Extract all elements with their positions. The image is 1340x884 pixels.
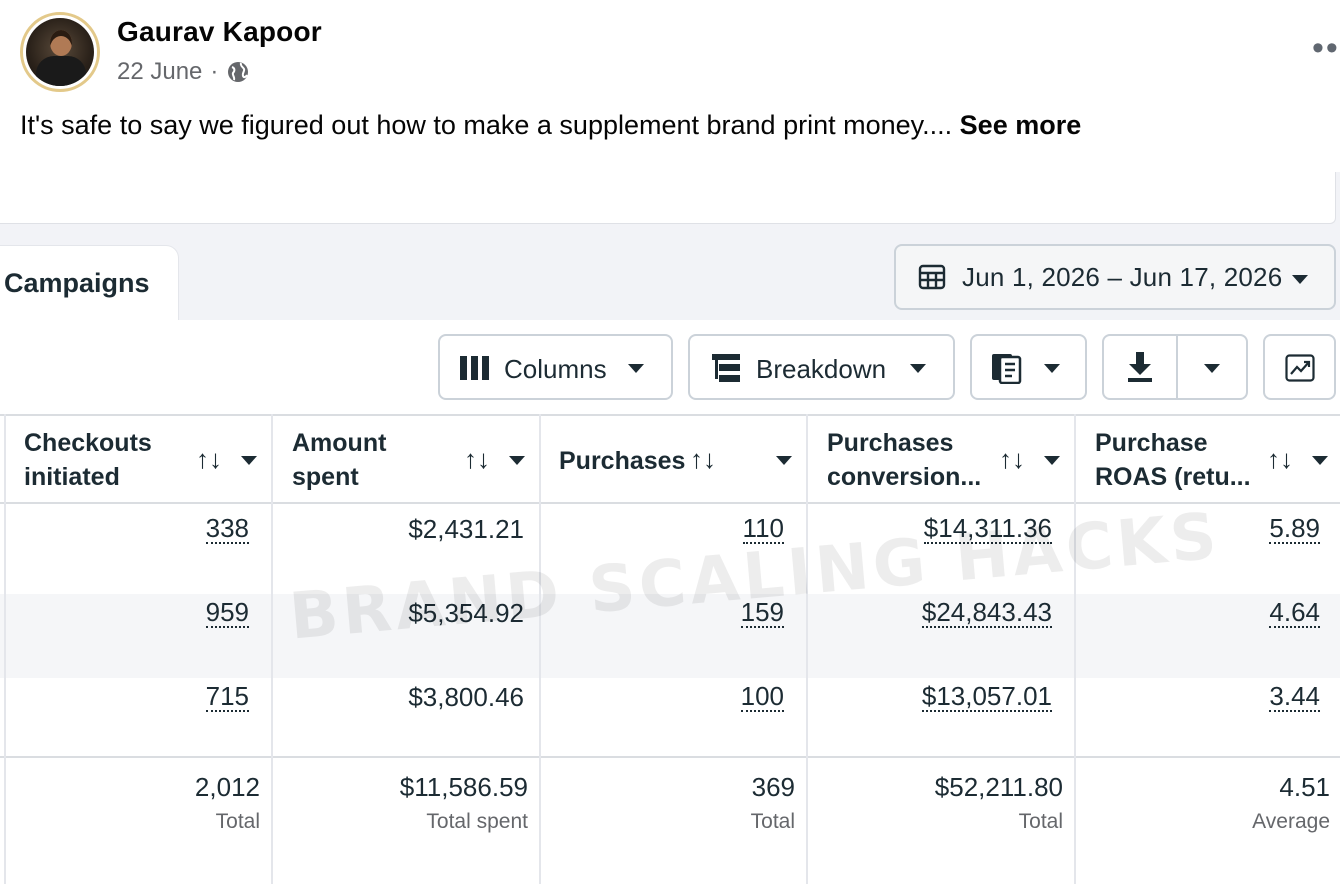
export-divider — [1176, 336, 1178, 398]
sort-icon[interactable]: ↑↓ — [690, 444, 716, 475]
line-chart-icon — [1285, 354, 1315, 382]
chevron-down-icon[interactable] — [241, 456, 257, 465]
globe-icon — [228, 62, 249, 82]
chevron-down-icon[interactable] — [509, 456, 525, 465]
avatar[interactable] — [20, 12, 100, 92]
table-cell[interactable]: 3.44 — [1269, 682, 1320, 712]
divider — [0, 414, 1340, 416]
author-name[interactable]: Gaurav Kapoor — [117, 16, 322, 48]
sort-icon[interactable]: ↑↓ — [999, 444, 1025, 475]
tab-campaigns[interactable]: Campaigns — [0, 246, 178, 320]
sort-icon[interactable]: ↑↓ — [464, 444, 490, 475]
table-cell: $3,800.46 — [408, 682, 524, 712]
total-label: Total — [215, 810, 260, 833]
meta-separator: · — [210, 58, 219, 85]
breakdown-button[interactable]: Breakdown — [688, 334, 955, 400]
chevron-down-icon[interactable] — [776, 456, 792, 465]
header-checkouts-initiated[interactable]: Checkouts initiated — [24, 426, 152, 494]
total-label: Total — [1018, 810, 1063, 833]
breakdown-label: Breakdown — [756, 354, 887, 384]
chevron-down-icon[interactable] — [1044, 456, 1060, 465]
header-purchases-conversion[interactable]: Purchases conversion... — [827, 426, 981, 494]
table-cell[interactable]: 4.64 — [1269, 598, 1320, 628]
post-text: It's safe to say we figured out how to m… — [20, 110, 1081, 141]
table-cell[interactable]: 715 — [205, 682, 249, 712]
chevron-down-icon — [628, 364, 644, 373]
column-divider — [1074, 414, 1076, 884]
export-dropdown-icon[interactable] — [1204, 364, 1220, 373]
table-cell[interactable]: 5.89 — [1269, 514, 1320, 544]
columns-button[interactable]: Columns — [438, 334, 673, 400]
table-cell[interactable]: $13,057.01 — [921, 682, 1052, 712]
post-header: Gaurav Kapoor 22 June · ••• It's safe to… — [0, 0, 1340, 172]
table-cell[interactable]: 959 — [205, 598, 249, 628]
column-divider — [271, 414, 273, 884]
post-meta: 22 June · — [117, 58, 250, 86]
chevron-down-icon[interactable] — [1312, 456, 1328, 465]
chevron-down-icon — [1292, 275, 1308, 284]
header-purchases[interactable]: Purchases — [559, 444, 685, 478]
table-cell[interactable]: $24,843.43 — [921, 598, 1052, 628]
total-value: 4.51 — [1279, 772, 1330, 802]
date-range-picker[interactable]: Jun 1, 2026 – Jun 17, 2026 — [894, 244, 1336, 310]
chevron-down-icon — [910, 364, 926, 373]
column-divider — [4, 414, 6, 884]
sort-icon[interactable]: ↑↓ — [196, 444, 222, 475]
columns-icon — [460, 356, 489, 380]
chevron-down-icon — [1044, 364, 1060, 373]
calendar-icon — [918, 264, 946, 290]
columns-label: Columns — [504, 354, 607, 384]
total-value: $52,211.80 — [934, 772, 1063, 802]
more-options-icon[interactable]: ••• — [1312, 31, 1340, 65]
table-cell[interactable]: 338 — [205, 514, 249, 544]
charts-button[interactable] — [1263, 334, 1336, 400]
see-more-link[interactable]: See more — [960, 110, 1082, 140]
download-icon — [1128, 352, 1152, 382]
post-body: It's safe to say we figured out how to m… — [20, 110, 953, 140]
total-label: Average — [1252, 810, 1330, 833]
header-amount-spent[interactable]: Amount spent — [292, 426, 386, 494]
top-bar — [0, 172, 1336, 224]
date-range-text: Jun 1, 2026 – Jun 17, 2026 — [962, 261, 1283, 292]
divider — [0, 756, 1340, 758]
export-button[interactable] — [1102, 334, 1248, 400]
table-cell: $2,431.21 — [408, 514, 524, 544]
divider — [0, 502, 1340, 504]
total-value: $11,586.59 — [399, 772, 528, 802]
campaign-table: Checkouts initiated ↑↓ Amount spent ↑↓ Pur… — [0, 414, 1340, 884]
post-date[interactable]: 22 June — [117, 58, 202, 86]
table-cell[interactable]: 100 — [740, 682, 784, 712]
reports-icon — [992, 354, 1022, 384]
total-value: 369 — [751, 772, 795, 802]
header-purchase-roas[interactable]: Purchase ROAS (retu... — [1095, 426, 1251, 494]
total-value: 2,012 — [194, 772, 260, 802]
breakdown-icon — [712, 354, 740, 382]
column-divider — [806, 414, 808, 884]
tab-campaigns-label: Campaigns — [4, 268, 150, 298]
sort-icon[interactable]: ↑↓ — [1267, 444, 1293, 475]
reports-button[interactable] — [970, 334, 1087, 400]
column-divider — [539, 414, 541, 884]
total-label: Total — [750, 810, 795, 833]
avatar-photo — [26, 18, 94, 86]
total-label: Total spent — [426, 810, 528, 833]
